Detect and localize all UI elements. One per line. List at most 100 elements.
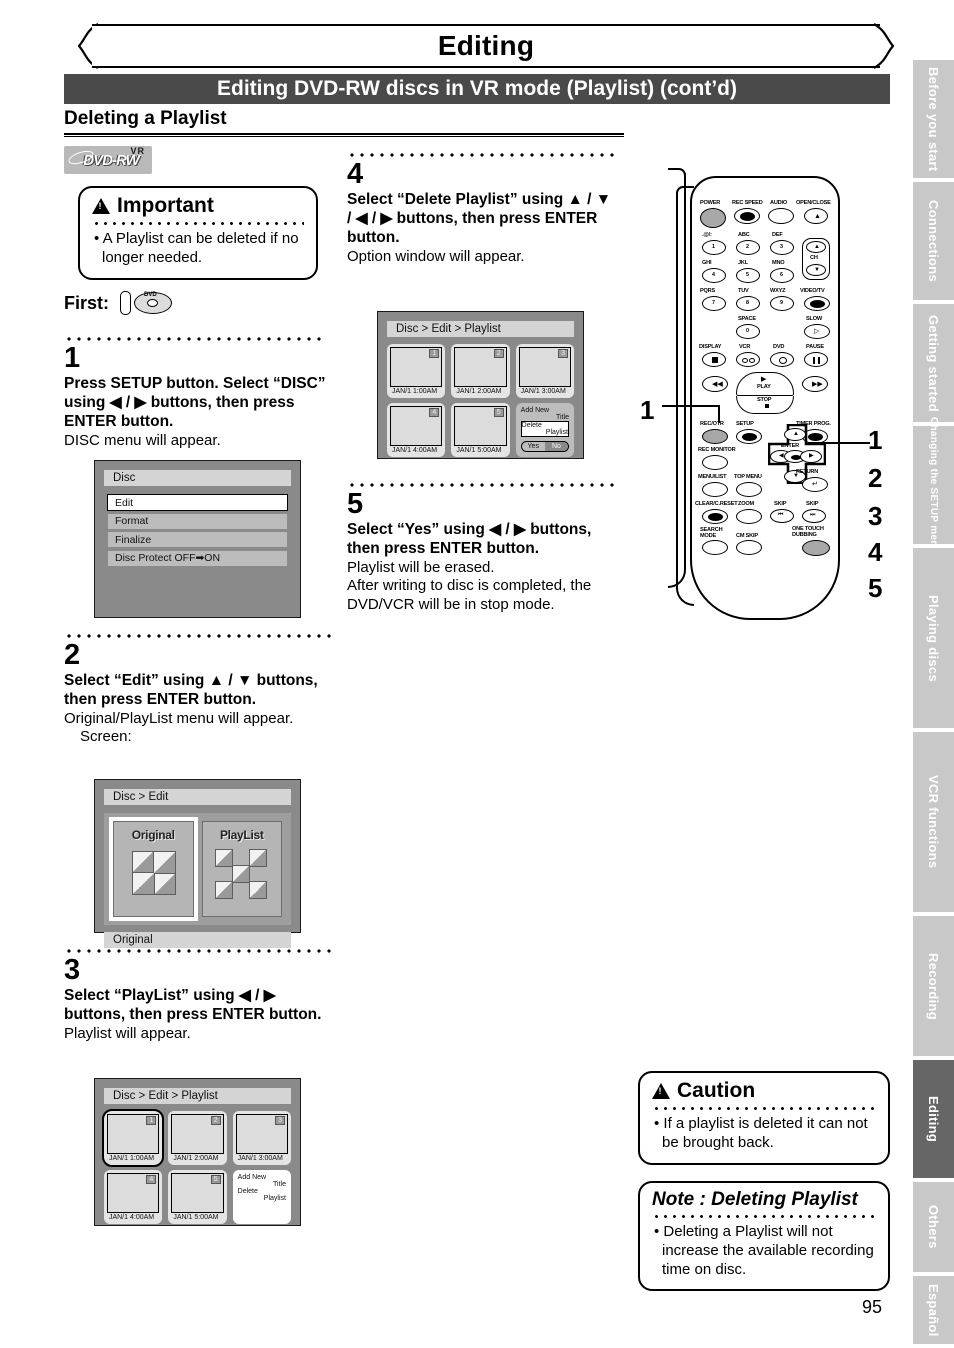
step-2-desc2: Screen: [80, 728, 132, 746]
top-menu-button[interactable] [736, 482, 762, 497]
label-menu-list: MENU/LIST [698, 474, 727, 480]
note-heading-row: Note : Deleting Playlist [652, 1189, 876, 1211]
key-3-button[interactable]: 3 [770, 240, 794, 255]
playlist-option-panel[interactable]: Add New Title Delete Playlist Yes No [515, 403, 574, 457]
chooser-card-original[interactable]: Original [109, 817, 198, 921]
key-9-button[interactable]: 9 [770, 296, 794, 311]
playlist-index: 5 [210, 1175, 221, 1184]
pause-button[interactable] [804, 352, 828, 367]
power-button[interactable] [700, 208, 726, 228]
osd-footer-label: Original [104, 932, 291, 948]
channel-down-button[interactable]: ▼ [806, 264, 826, 276]
menu-item-format[interactable]: Format [107, 512, 288, 530]
clear-creset-button[interactable] [702, 509, 728, 524]
display-button[interactable] [702, 352, 726, 367]
label-enter: ENTER [781, 443, 799, 449]
label-one-touch-dubbing: ONE TOUCH DUBBING [792, 526, 824, 538]
playlist-item[interactable]: 2 JAN/1 2:00AM [451, 344, 510, 398]
key-0-button[interactable]: 0 [736, 324, 760, 339]
side-tab-vcr-functions[interactable]: VCR functions [913, 732, 954, 912]
playlist-thumbnail: 1 [390, 347, 443, 387]
confirm-yes-no[interactable]: Yes No [520, 441, 569, 452]
label-display: DISPLAY [699, 344, 722, 350]
stop-button[interactable]: STOP [736, 396, 794, 414]
menu-item-edit[interactable]: Edit [107, 494, 288, 511]
fast-forward-button[interactable]: ▶▶ [802, 376, 828, 392]
side-tab-editing[interactable]: Editing [913, 1060, 954, 1178]
osd-breadcrumb: Disc > Edit [104, 789, 291, 805]
playlist-item[interactable]: 1 JAN/1 1:00AM [101, 1109, 165, 1167]
audio-button[interactable] [768, 208, 794, 224]
menu-list-button[interactable] [702, 482, 728, 497]
key-8-button[interactable]: 8 [736, 296, 760, 311]
confirm-no-button[interactable]: No [544, 442, 568, 451]
key-1-button[interactable]: 1 [702, 240, 726, 255]
one-touch-dubbing-button[interactable] [802, 540, 830, 556]
original-cube-icon [122, 847, 184, 901]
rec-monitor-button[interactable] [702, 455, 728, 470]
zoom-button[interactable] [736, 509, 762, 524]
playlist-index: 2 [493, 349, 504, 358]
rec-speed-button[interactable] [734, 208, 760, 224]
menu-item-disc-protect[interactable]: Disc Protect OFF➡ON [107, 549, 288, 567]
side-tab-others[interactable]: Others [913, 1182, 954, 1272]
vcr-button[interactable] [736, 352, 760, 367]
rewind-button[interactable]: ◀◀ [702, 376, 728, 392]
playlist-item[interactable]: 5 JAN/1 5:00AM [168, 1170, 227, 1224]
cm-skip-button[interactable] [736, 540, 762, 555]
playlist-item[interactable]: 4 JAN/1 4:00AM [387, 403, 446, 457]
option-delete-playlist-highlight[interactable]: Delete Playlist [520, 421, 569, 437]
important-heading: Important [117, 194, 214, 217]
side-tab-recording[interactable]: Recording [913, 916, 954, 1056]
playlist-item[interactable]: 1 JAN/1 1:00AM [387, 344, 446, 398]
side-tab-connections[interactable]: Connections [913, 182, 954, 300]
slow-button[interactable]: ▷ [804, 324, 830, 339]
key-5-button[interactable]: 5 [736, 268, 760, 283]
channel-up-button[interactable]: ▲ [806, 241, 826, 253]
important-bullet: • A Playlist can be deleted if no longer… [94, 230, 299, 266]
step-4-desc: Option window will appear. [347, 247, 525, 265]
return-button[interactable]: ↵ [802, 477, 828, 492]
setup-button[interactable] [736, 429, 762, 444]
label-cm-skip: CM SKIP [736, 533, 758, 539]
video-tv-button[interactable] [804, 296, 830, 311]
search-mode-button[interactable] [702, 540, 728, 555]
key-2-button[interactable]: 2 [736, 240, 760, 255]
callout-number-4: 4 [868, 537, 883, 567]
cursor-up-button[interactable]: ▲ [784, 428, 806, 441]
label-clear-creset: CLEAR/C.RESET [695, 501, 738, 507]
key-6-button[interactable]: 6 [770, 268, 794, 283]
playlist-thumbnail: 1 [107, 1114, 160, 1154]
playlist-item[interactable]: 3 JAN/1 3:00AM [232, 1111, 291, 1165]
chooser-card-playlist[interactable]: PlayList [201, 821, 282, 917]
key-7-button[interactable]: 7 [702, 296, 726, 311]
play-button[interactable]: ▶ PLAY [736, 372, 794, 396]
page-number: 95 [862, 1297, 883, 1317]
playlist-item[interactable]: 3 JAN/1 3:00AM [515, 344, 574, 398]
playlist-option-panel[interactable]: Add New Title Delete Playlist [232, 1170, 291, 1224]
playlist-item[interactable]: 2 JAN/1 2:00AM [168, 1111, 227, 1165]
warning-triangle-icon [92, 198, 110, 214]
skip-previous-button[interactable]: ⏮ [770, 509, 794, 523]
menu-item-finalize[interactable]: Finalize [107, 531, 288, 548]
side-tab-changing-the-setup-menu[interactable]: Changing the SETUP menu [913, 417, 954, 553]
digit-4: 4 [712, 272, 715, 278]
osd-menu-list: Edit Format Finalize Disc Protect OFF➡ON [107, 494, 288, 567]
side-tab-espa-ol[interactable]: Español [913, 1276, 954, 1344]
rec-otr-button[interactable] [702, 429, 728, 444]
option-playlist: Playlist [263, 1195, 286, 1202]
key-4-button[interactable]: 4 [702, 268, 726, 283]
playlist-item[interactable]: 4 JAN/1 4:00AM [104, 1170, 163, 1224]
disc-insert-icon: DVD [118, 290, 176, 316]
dvd-button[interactable] [770, 352, 794, 367]
remote-body: POWER REC SPEED AUDIO OPEN/CLOSE ▲ .@/: … [690, 176, 840, 620]
side-tab-playing-discs[interactable]: Playing discs [913, 548, 954, 728]
label-stop: STOP [757, 397, 772, 403]
open-close-button[interactable]: ▲ [804, 208, 828, 224]
confirm-yes-button[interactable]: Yes [522, 442, 545, 451]
side-tab-before-you-start[interactable]: Before you start [913, 60, 954, 178]
playlist-item[interactable]: 5 JAN/1 5:00AM [451, 403, 510, 457]
cursor-right-button[interactable]: ▶ [800, 450, 822, 463]
side-tab-getting-started[interactable]: Getting started [913, 304, 954, 422]
skip-next-button[interactable]: ⏭ [802, 509, 826, 523]
